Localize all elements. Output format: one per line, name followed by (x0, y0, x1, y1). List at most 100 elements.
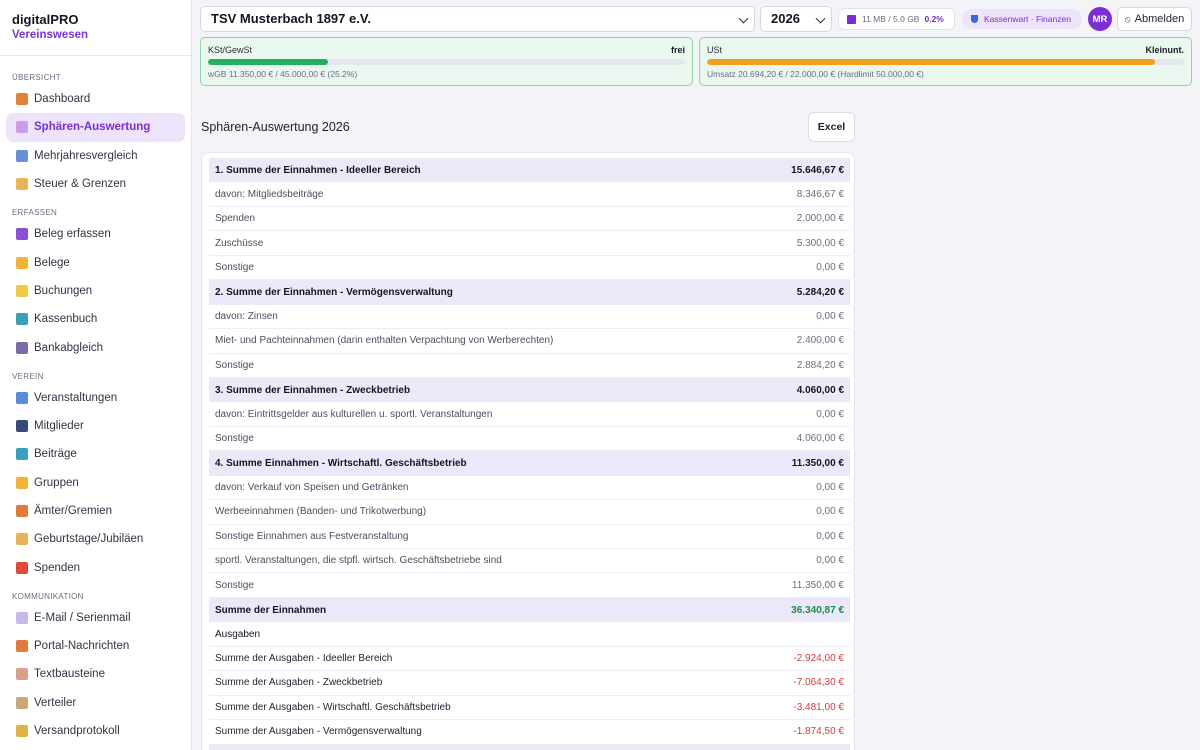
table-rows: 1. Summe der Einnahmen - Ideeller Bereic… (209, 158, 850, 750)
bank-icon (16, 341, 28, 354)
sidebar-item-scroll[interactable]: Versandprotokoll (6, 717, 185, 745)
sidebar-item-label: Ämter/Gremien (34, 505, 112, 517)
sidebar-item-trend[interactable]: Mehrjahresvergleich (6, 142, 185, 170)
event-icon (16, 391, 28, 404)
role-text: Kassenwart · Finanzen (984, 14, 1071, 24)
total-row (209, 744, 850, 750)
megaphone-icon (16, 640, 28, 653)
storage-percent: 0.2% (924, 14, 944, 24)
table-row: Sonstige 0,00 € (209, 256, 850, 281)
cash-icon (16, 313, 28, 326)
chevron-down-icon (738, 13, 749, 24)
table-row: Sonstige Einnahmen aus Festveranstaltung… (209, 525, 850, 549)
sidebar-item-ledger[interactable]: Buchungen (6, 277, 185, 305)
sidebar-item-label: Steuer & Grenzen (34, 178, 127, 191)
sidebar-item-bank[interactable]: Bankabgleich (6, 333, 185, 361)
sidebar-item-medal[interactable]: Ämter/Gremien (6, 497, 185, 525)
limit-card-ust: USt Kleinunt. Umsatz 20.694,20 € / 22.00… (699, 37, 1192, 86)
sidebar-item-plus[interactable]: Beleg erfassen (6, 220, 185, 248)
sidebar-item-tag[interactable]: Gruppen (6, 469, 185, 497)
sidebar-item-cash[interactable]: Kassenbuch (6, 305, 185, 333)
storage-text: 11 MB / 5.0 GB (862, 14, 920, 24)
sidebar-item-cake[interactable]: Geburtstage/Jubiläen (6, 525, 185, 553)
row-label: Summe der Ausgaben - Zweckbetrieb (215, 677, 383, 689)
sidebar-item-event[interactable]: Veranstaltungen (6, 384, 185, 412)
row-amount: 2.000,00 € (796, 213, 844, 225)
sphere-sum-row: 2. Summe der Einnahmen - Vermögensverwal… (209, 280, 850, 305)
brand: digitalPRO Vereinswesen (0, 0, 191, 56)
year-select[interactable]: 2026 (760, 6, 832, 32)
shield-icon (971, 15, 978, 23)
spheres-table: 1. Summe der Einnahmen - Ideeller Bereic… (201, 152, 855, 750)
scroll-icon (16, 725, 28, 738)
tag-icon (16, 476, 28, 489)
sidebar-item-chart[interactable]: Dashboard (6, 85, 185, 113)
logout-icon: ⦸ (1124, 13, 1131, 24)
mail-icon (16, 611, 28, 624)
sidebar-nav: ÜBERSICHT Dashboard Sphären-Auswertung Mehr… (0, 71, 191, 745)
cake-icon (16, 533, 28, 546)
sidebar-item-gift[interactable]: Spenden (6, 553, 185, 581)
table-row: Spenden 2.000,00 € (209, 207, 850, 232)
row-amount: 5.300,00 € (796, 237, 844, 249)
gift-icon (16, 561, 28, 574)
year-select-value: 2026 (771, 11, 800, 26)
row-amount: -1.874,50 € (793, 726, 844, 738)
sidebar-item-mail[interactable]: E-Mail / Serienmail (6, 604, 185, 632)
sidebar-item-clipboard[interactable]: Verteiler (6, 689, 185, 717)
table-row: Ausgaben (209, 622, 850, 647)
limit-status: Kleinunt. (1145, 45, 1185, 55)
limit-progress-bar (208, 59, 685, 65)
sidebar: digitalPRO Vereinswesen ÜBERSICHT Dashboa… (0, 0, 192, 750)
limit-label: USt (707, 45, 723, 55)
excel-export-button[interactable]: Excel (808, 112, 855, 142)
document-icon (16, 121, 28, 134)
row-amount: 2.884,20 € (796, 359, 844, 371)
members-icon (16, 420, 28, 433)
sidebar-item-note[interactable]: Textbausteine (6, 660, 185, 688)
avatar[interactable]: MR (1088, 7, 1112, 31)
sidebar-item-label: Sphären-Auswertung (34, 121, 151, 134)
sidebar-item-label: Gruppen (34, 476, 79, 489)
sidebar-item-fees[interactable]: Beiträge (6, 440, 185, 468)
table-row: davon: Verkauf von Speisen und Getränken… (209, 476, 850, 501)
row-amount: 0,00 € (816, 261, 844, 273)
table-row: Zuschüsse 5.300,00 € (209, 231, 850, 256)
sidebar-item-folder[interactable]: Belege (6, 248, 185, 276)
row-label: Summe der Ausgaben - Wirtschaftl. Geschä… (215, 701, 451, 713)
row-label: 2. Summe der Einnahmen - Vermögensverwal… (215, 286, 453, 298)
row-label: davon: Mitgliedsbeiträge (215, 188, 324, 200)
table-row: Sonstige 4.060,00 € (209, 427, 850, 452)
sidebar-item-label: Kassenbuch (34, 313, 98, 326)
row-label: Summe der Ausgaben - Vermögensverwaltung (215, 726, 422, 738)
table-row: Summe der Ausgaben - Wirtschaftl. Geschä… (209, 696, 850, 721)
limit-progress-bar (707, 59, 1184, 65)
ledger-icon (16, 284, 28, 297)
sidebar-section-label: VEREIN (12, 371, 44, 381)
sidebar-item-label: Mitglieder (34, 420, 84, 433)
sidebar-item-label: Dashboard (34, 93, 91, 106)
row-amount: 0,00 € (816, 481, 844, 493)
table-row: Sonstige 11.350,00 € (209, 573, 850, 598)
table-row: sportl. Veranstaltungen, die stpfl. wirt… (209, 549, 850, 574)
sidebar-item-megaphone[interactable]: Portal-Nachrichten (6, 632, 185, 660)
logout-label: Abmelden (1134, 13, 1185, 25)
club-select[interactable]: TSV Musterbach 1897 e.V. (200, 6, 755, 32)
sidebar-item-members[interactable]: Mitglieder (6, 412, 185, 440)
row-amount: 0,00 € (816, 530, 844, 542)
row-amount: -2.924,00 € (793, 652, 844, 664)
row-label: 4. Summe Einnahmen - Wirtschaftl. Geschä… (215, 457, 467, 469)
limit-progress-fill (208, 59, 329, 65)
sidebar-item-document[interactable]: Sphären-Auswertung (6, 113, 185, 142)
row-amount: -7.064,30 € (793, 677, 844, 689)
sidebar-section-label: ERFASSEN (12, 208, 58, 218)
sidebar-item-label: Textbausteine (34, 668, 105, 681)
row-label: sportl. Veranstaltungen, die stpfl. wirt… (215, 555, 502, 567)
logout-button[interactable]: ⦸ Abmelden (1117, 7, 1192, 31)
sidebar-item-balance[interactable]: Steuer & Grenzen (6, 170, 185, 198)
table-row: davon: Mitgliedsbeiträge 8.346,67 € (209, 182, 850, 207)
row-label: davon: Zinsen (215, 310, 278, 322)
row-label: Sonstige (215, 261, 254, 273)
row-amount: 5.284,20 € (796, 286, 844, 298)
total-row: Summe der Einnahmen 36.340,87 € (209, 597, 850, 623)
